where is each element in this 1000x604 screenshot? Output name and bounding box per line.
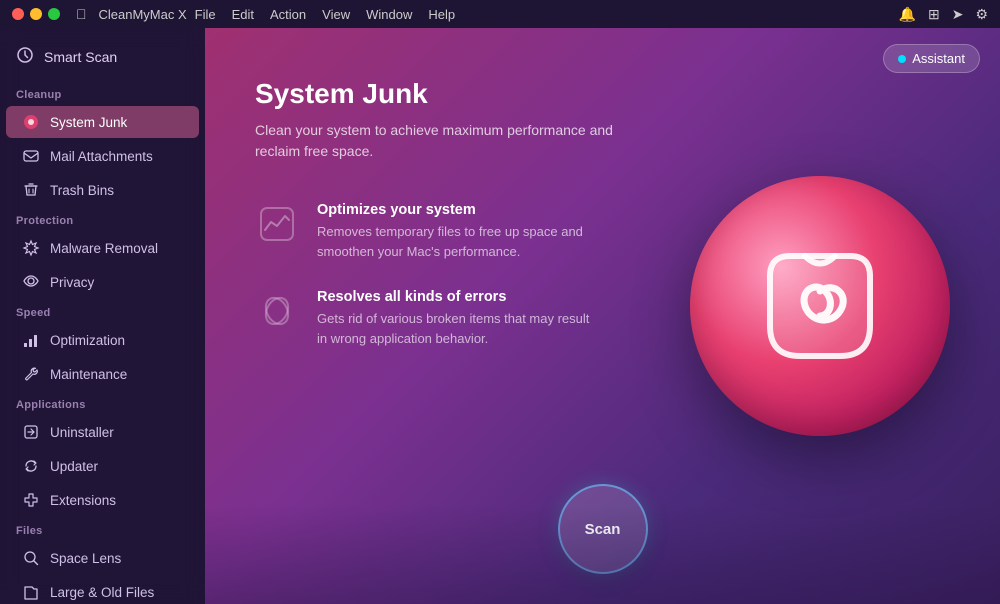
titlebar-menu: File Edit Action View Window Help bbox=[195, 7, 455, 22]
large-old-files-label: Large & Old Files bbox=[50, 585, 154, 600]
menu-window[interactable]: Window bbox=[366, 7, 412, 22]
main-layout: Smart Scan Cleanup System Junk Mail Atta… bbox=[0, 28, 1000, 604]
apple-icon:  bbox=[76, 6, 87, 22]
smart-scan-icon bbox=[16, 46, 34, 67]
minimize-button[interactable] bbox=[30, 8, 42, 20]
menu-file[interactable]: File bbox=[195, 7, 216, 22]
grid-icon[interactable]: ⊞ bbox=[928, 6, 940, 23]
optimization-label: Optimization bbox=[50, 333, 125, 348]
optimizes-desc: Removes temporary files to free up space… bbox=[317, 222, 597, 261]
sidebar-item-system-junk[interactable]: System Junk bbox=[6, 106, 199, 138]
smart-scan-label: Smart Scan bbox=[44, 49, 117, 65]
section-files: Files bbox=[0, 517, 205, 541]
sidebar-item-privacy[interactable]: Privacy bbox=[6, 266, 199, 298]
maximize-button[interactable] bbox=[48, 8, 60, 20]
resolves-title: Resolves all kinds of errors bbox=[317, 289, 597, 305]
sidebar-item-maintenance[interactable]: Maintenance bbox=[6, 358, 199, 390]
app-name: CleanMyMac X bbox=[99, 7, 187, 22]
space-lens-icon bbox=[22, 549, 40, 567]
trash-bins-label: Trash Bins bbox=[50, 183, 114, 198]
maintenance-label: Maintenance bbox=[50, 367, 127, 382]
system-junk-icon bbox=[22, 113, 40, 131]
scan-button[interactable]: Scan bbox=[558, 484, 648, 574]
sphere-container bbox=[690, 176, 970, 456]
maintenance-icon bbox=[22, 365, 40, 383]
optimizes-title: Optimizes your system bbox=[317, 202, 597, 218]
sidebar-item-extensions[interactable]: Extensions bbox=[6, 484, 199, 516]
assistant-label: Assistant bbox=[912, 51, 965, 66]
resolves-text: Resolves all kinds of errors Gets rid of… bbox=[317, 289, 597, 348]
notification-icon[interactable]: 🔔 bbox=[899, 6, 916, 23]
optimizes-text: Optimizes your system Removes temporary … bbox=[317, 202, 597, 261]
titlebar:  CleanMyMac X File Edit Action View Win… bbox=[0, 0, 1000, 28]
titlebar-right: 🔔 ⊞ ➤ ⚙ bbox=[899, 6, 988, 23]
optimizes-icon bbox=[255, 202, 299, 246]
section-speed: Speed bbox=[0, 299, 205, 323]
section-applications: Applications bbox=[0, 391, 205, 415]
malware-icon bbox=[22, 239, 40, 257]
menu-edit[interactable]: Edit bbox=[232, 7, 254, 22]
close-button[interactable] bbox=[12, 8, 24, 20]
menu-action[interactable]: Action bbox=[270, 7, 306, 22]
cmm-logo-icon bbox=[750, 236, 890, 376]
optimization-icon bbox=[22, 331, 40, 349]
system-junk-label: System Junk bbox=[50, 115, 127, 130]
privacy-label: Privacy bbox=[50, 275, 94, 290]
extensions-label: Extensions bbox=[50, 493, 116, 508]
menu-help[interactable]: Help bbox=[428, 7, 455, 22]
sidebar-item-trash-bins[interactable]: Trash Bins bbox=[6, 174, 199, 206]
scan-button-container: Scan bbox=[558, 484, 648, 574]
updater-label: Updater bbox=[50, 459, 98, 474]
malware-removal-label: Malware Removal bbox=[50, 241, 158, 256]
sidebar-item-large-old-files[interactable]: Large & Old Files bbox=[6, 576, 199, 604]
page-subtitle: Clean your system to achieve maximum per… bbox=[255, 120, 615, 162]
traffic-lights bbox=[12, 8, 60, 20]
sidebar-item-mail-attachments[interactable]: Mail Attachments bbox=[6, 140, 199, 172]
content-area: Assistant System Junk Clean your system … bbox=[205, 28, 1000, 604]
app-sphere bbox=[690, 176, 950, 436]
menu-view[interactable]: View bbox=[322, 7, 350, 22]
assistant-button[interactable]: Assistant bbox=[883, 44, 980, 73]
large-files-icon bbox=[22, 583, 40, 601]
trash-icon bbox=[22, 181, 40, 199]
extensions-icon bbox=[22, 491, 40, 509]
page-title: System Junk bbox=[255, 78, 950, 110]
space-lens-label: Space Lens bbox=[50, 551, 121, 566]
sidebar-item-malware-removal[interactable]: Malware Removal bbox=[6, 232, 199, 264]
scan-button-label: Scan bbox=[585, 521, 621, 538]
sidebar-item-uninstaller[interactable]: Uninstaller bbox=[6, 416, 199, 448]
uninstaller-label: Uninstaller bbox=[50, 425, 114, 440]
sidebar-item-space-lens[interactable]: Space Lens bbox=[6, 542, 199, 574]
settings-icon[interactable]: ⚙ bbox=[975, 6, 988, 23]
arrow-icon[interactable]: ➤ bbox=[952, 6, 964, 23]
sidebar: Smart Scan Cleanup System Junk Mail Atta… bbox=[0, 28, 205, 604]
uninstaller-icon bbox=[22, 423, 40, 441]
section-protection: Protection bbox=[0, 207, 205, 231]
sidebar-item-smart-scan[interactable]: Smart Scan bbox=[0, 36, 205, 81]
resolves-desc: Gets rid of various broken items that ma… bbox=[317, 309, 597, 348]
sidebar-item-optimization[interactable]: Optimization bbox=[6, 324, 199, 356]
updater-icon bbox=[22, 457, 40, 475]
assistant-dot bbox=[898, 55, 906, 63]
privacy-icon bbox=[22, 273, 40, 291]
section-cleanup: Cleanup bbox=[0, 81, 205, 105]
titlebar-left:  CleanMyMac X File Edit Action View Win… bbox=[12, 6, 455, 22]
sidebar-item-updater[interactable]: Updater bbox=[6, 450, 199, 482]
mail-attachments-label: Mail Attachments bbox=[50, 149, 153, 164]
resolves-icon bbox=[255, 289, 299, 333]
mail-icon bbox=[22, 147, 40, 165]
